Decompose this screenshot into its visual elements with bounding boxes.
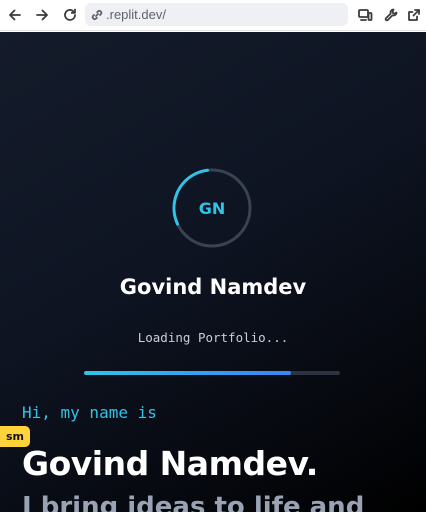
loading-status-text: Loading Portfolio... [137,330,289,345]
hero-intro: Hi, my name is [22,403,157,422]
loading-progress-bar [84,371,340,375]
wrench-icon[interactable] [381,5,401,25]
link-icon [91,9,103,20]
loader-name: Govind Namdev [119,275,307,299]
breakpoint-badge: sm [0,426,30,447]
hero-name: Govind Namdev. [22,444,318,483]
address-bar[interactable]: .replit.dev/ [85,3,348,26]
reload-icon[interactable] [60,5,80,25]
back-arrow-icon[interactable] [5,5,25,25]
devices-icon[interactable] [355,5,375,25]
loading-progress-fill [84,371,292,375]
logo-initials: GN [198,198,226,218]
page-viewport: GN Govind Namdev Loading Portfolio... Hi… [0,32,426,512]
browser-toolbar: .replit.dev/ [0,0,426,31]
hero-tagline: I bring ideas to life and [22,492,365,512]
forward-arrow-icon[interactable] [32,5,52,25]
open-external-icon[interactable] [404,5,424,25]
url-text: .replit.dev/ [106,7,166,22]
